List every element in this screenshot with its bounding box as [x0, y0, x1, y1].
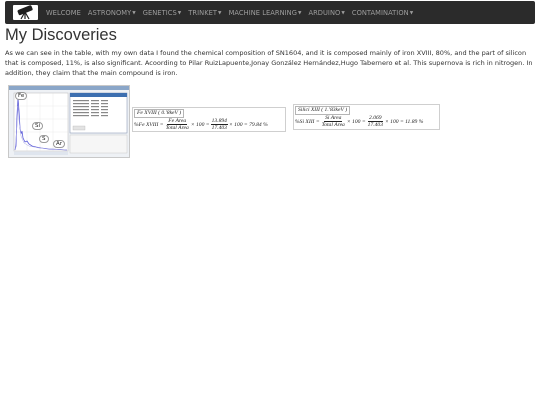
formula-middle: × 100 = — [346, 118, 366, 125]
formula-fraction-values: 13.894 17.403 — [210, 118, 228, 131]
nav-item-astronomy[interactable]: ASTRONOMY▼ — [88, 9, 136, 17]
caret-down-icon: ▼ — [297, 10, 302, 16]
caret-down-icon: ▼ — [409, 10, 414, 16]
formula-equation: %Si XIII = Si Area Total Area × 100 = 2.… — [295, 115, 423, 128]
formula-header: Silici XIII ( 1.'83keV ) — [295, 106, 351, 115]
nav-label: ARDUINO — [308, 8, 341, 17]
formula-lhs: %Fe XVIII = — [134, 121, 164, 128]
formula-middle: × 100 = — [190, 121, 210, 128]
fraction-numerator: Fe Area — [167, 118, 188, 125]
fraction-numerator-value: 2.069 — [368, 115, 383, 122]
nav-item-contamination[interactable]: CONTAMINATION▼ — [352, 9, 413, 17]
formula-result: × 100 = 79.84 % — [228, 121, 268, 128]
page-title: My Discoveries — [5, 26, 117, 44]
nav-item-machine-learning[interactable]: MACHINE LEARNING▼ — [229, 9, 302, 17]
telescope-icon[interactable] — [13, 5, 38, 20]
formula-result: × 100 = 11.89 % — [385, 118, 424, 125]
s-peak-label: S — [39, 135, 49, 143]
nav-label: TRINKET — [188, 8, 218, 17]
fraction-denominator: Total Area — [321, 122, 345, 128]
fraction-numerator-value: 13.894 — [210, 118, 228, 125]
nav-item-trinket[interactable]: TRINKET▼ — [188, 9, 221, 17]
nav-label: MACHINE LEARNING — [228, 8, 297, 17]
caret-down-icon: ▼ — [218, 10, 222, 16]
nav-label: WELCOME — [46, 8, 81, 17]
formula-lhs: %Si XIII = — [295, 118, 320, 125]
fe-peak-label: Fe — [15, 92, 28, 100]
formula-equation: %Fe XVIII = Fe Area Total Area × 100 = 1… — [134, 118, 268, 131]
nav-label: CONTAMINATION — [351, 8, 409, 17]
fe-xviii-formula: Fe XVIII ( 0.'8keV ) %Fe XVIII = Fe Area… — [132, 107, 286, 132]
top-navbar: WELCOME ASTRONOMY▼ GENETICS▼ TRINKET▼ MA… — [5, 1, 535, 24]
caret-down-icon: ▼ — [177, 10, 182, 16]
nav-item-genetics[interactable]: GENETICS▼ — [143, 9, 182, 17]
nav-label: GENETICS — [142, 8, 177, 17]
fraction-denominator-value: 17.403 — [367, 122, 383, 128]
formula-header: Fe XVIII ( 0.'8keV ) — [134, 109, 185, 118]
caret-down-icon: ▼ — [132, 10, 136, 16]
caret-down-icon: ▼ — [341, 10, 345, 16]
formula-fraction: Fe Area Total Area — [165, 118, 190, 131]
formula-fraction-values: 2.069 17.403 — [367, 115, 384, 128]
nav-label: ASTRONOMY — [87, 8, 132, 17]
fraction-denominator-value: 17.403 — [211, 125, 227, 131]
nav-menu: WELCOME ASTRONOMY▼ GENETICS▼ TRINKET▼ MA… — [46, 1, 413, 24]
nav-item-welcome[interactable]: WELCOME — [46, 9, 81, 17]
ar-peak-label: Ar — [53, 140, 66, 148]
spectrum-analysis-screenshot: Fe Si S Ar — [8, 85, 130, 158]
formula-fraction: Si Area Total Area — [321, 115, 346, 128]
si-peak-label: Si — [32, 122, 44, 130]
fraction-numerator: Si Area — [324, 115, 343, 122]
si-xiii-formula: Silici XIII ( 1.'83keV ) %Si XIII = Si A… — [293, 104, 440, 130]
nav-item-arduino[interactable]: ARDUINO▼ — [308, 9, 344, 17]
fraction-denominator: Total Area — [165, 125, 189, 131]
intro-paragraph: As we can see in the table, with my own … — [5, 49, 533, 78]
